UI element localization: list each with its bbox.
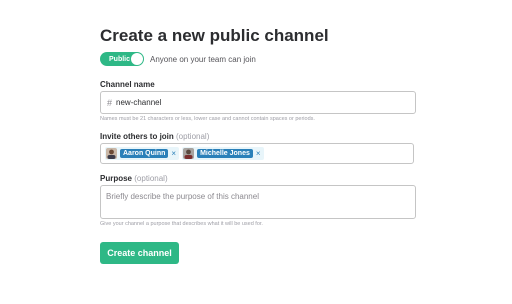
channel-name-label: Channel name bbox=[100, 80, 155, 89]
toggle-knob bbox=[131, 53, 143, 65]
invite-label: Invite others to join (optional) bbox=[100, 132, 209, 141]
invite-optional: (optional) bbox=[176, 132, 210, 141]
invite-label-text: Invite others to join bbox=[100, 132, 174, 141]
purpose-optional: (optional) bbox=[134, 174, 168, 183]
hash-icon: # bbox=[107, 97, 113, 108]
avatar bbox=[106, 148, 117, 159]
page-title: Create a new public channel bbox=[100, 26, 329, 45]
invitee-chip: Aaron Quinn × bbox=[105, 147, 180, 160]
public-toggle[interactable]: Public bbox=[100, 52, 144, 66]
purpose-label: Purpose (optional) bbox=[100, 174, 168, 183]
chip-name: Aaron Quinn bbox=[120, 149, 169, 158]
purpose-field[interactable]: Briefly describe the purpose of this cha… bbox=[100, 185, 416, 219]
invite-field[interactable]: Aaron Quinn × Michelle Jones × bbox=[100, 143, 414, 164]
invitee-chip: Michelle Jones × bbox=[182, 147, 264, 160]
visibility-description: Anyone on your team can join bbox=[150, 54, 256, 64]
chip-remove-icon[interactable]: × bbox=[171, 149, 176, 158]
purpose-label-text: Purpose bbox=[100, 174, 133, 183]
visibility-row: Public Anyone on your team can join bbox=[100, 52, 256, 66]
channel-name-hint: Names must be 21 characters or less, low… bbox=[100, 116, 315, 122]
chip-remove-icon[interactable]: × bbox=[256, 149, 261, 158]
purpose-placeholder: Briefly describe the purpose of this cha… bbox=[106, 192, 259, 201]
avatar bbox=[183, 148, 195, 159]
channel-name-value: new-channel bbox=[116, 98, 162, 107]
channel-name-field[interactable]: # new-channel bbox=[100, 91, 416, 114]
chip-name: Michelle Jones bbox=[197, 149, 253, 158]
create-channel-button[interactable]: Create channel bbox=[100, 242, 179, 264]
toggle-label: Public bbox=[109, 55, 131, 63]
purpose-hint: Give your channel a purpose that describ… bbox=[100, 221, 263, 227]
